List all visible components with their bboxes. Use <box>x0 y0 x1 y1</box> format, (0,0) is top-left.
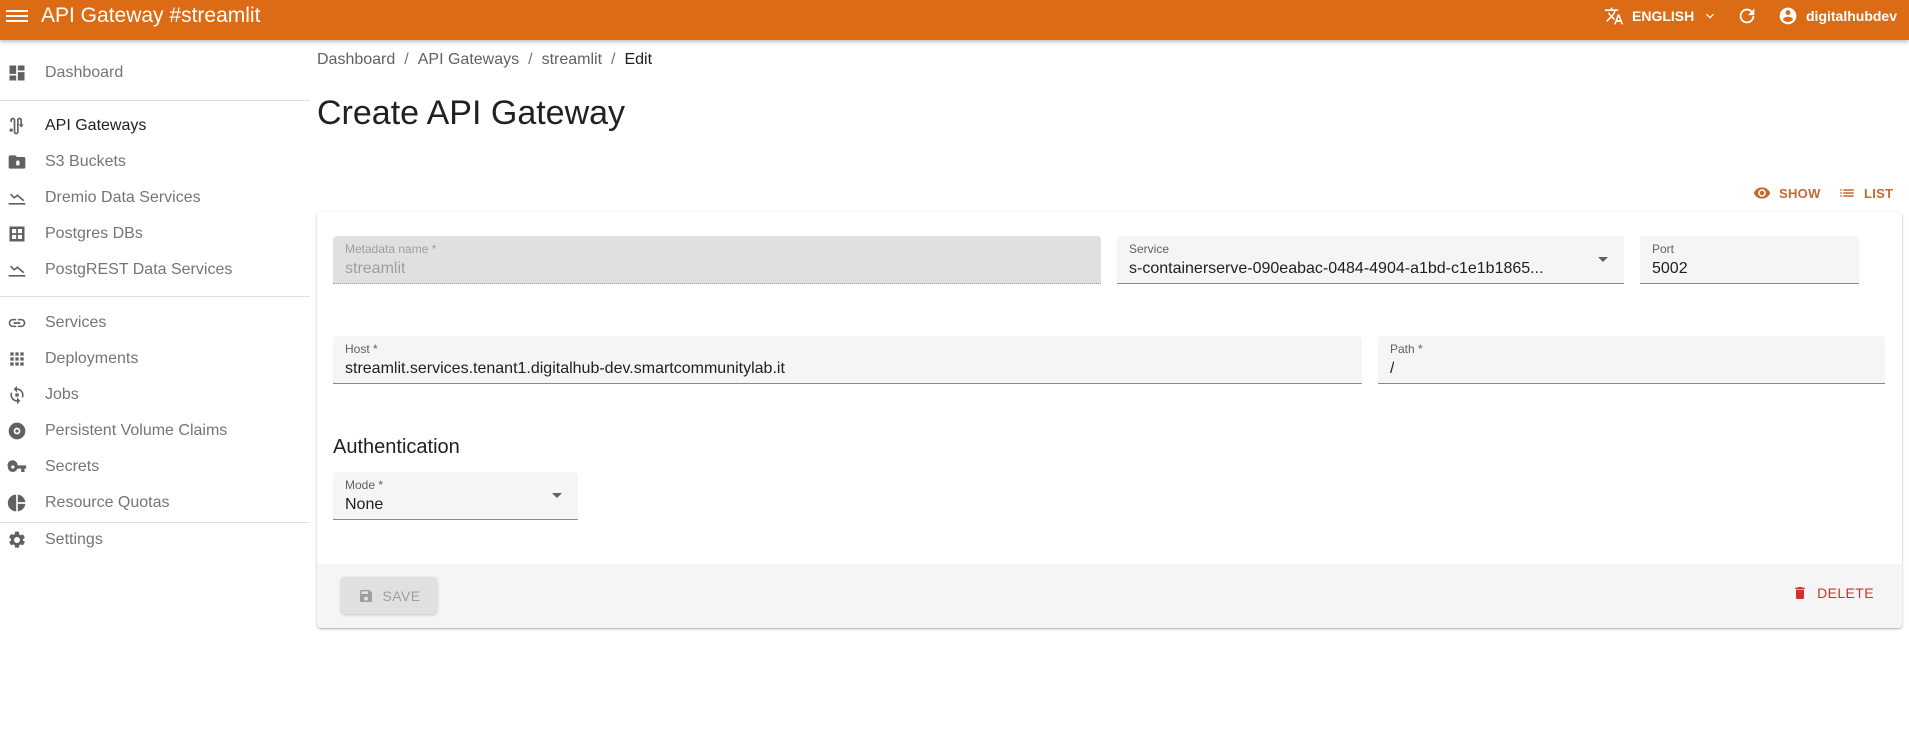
apps-grid-icon <box>7 349 27 369</box>
list-button[interactable]: LIST <box>1838 184 1893 202</box>
list-label: LIST <box>1864 185 1894 201</box>
chart-line-icon <box>7 260 27 280</box>
sidebar-item-services[interactable]: Services <box>0 305 310 341</box>
path-field[interactable]: Path * / <box>1378 336 1885 384</box>
sidebar-item-dremio-data-services[interactable]: Dremio Data Services <box>0 180 310 216</box>
breadcrumb-streamlit[interactable]: streamlit <box>542 51 602 69</box>
dropdown-arrow-icon <box>1598 257 1608 262</box>
chart-line-icon <box>7 188 27 208</box>
pie-chart-icon <box>7 493 27 513</box>
list-icon <box>1840 189 1854 197</box>
app-title: API Gateway #streamlit <box>41 4 261 27</box>
save-icon <box>359 589 372 602</box>
account-circle-icon <box>1779 7 1797 25</box>
delete-label: DELETE <box>1817 585 1874 601</box>
language-selector[interactable]: ENGLISH <box>1604 5 1718 27</box>
breadcrumb-current: Edit <box>624 51 653 68</box>
service-select[interactable]: Service s-containerserve-090eabac-0484-4… <box>1117 236 1624 284</box>
metadata-name-field: Metadata name * streamlit <box>333 236 1101 284</box>
page-title: Create API Gateway <box>317 94 626 132</box>
breadcrumb-separator: / <box>528 51 533 68</box>
sidebar-item-resource-quotas[interactable]: Resource Quotas <box>0 485 310 521</box>
api-icon <box>7 116 27 136</box>
key-icon <box>7 457 27 477</box>
save-button[interactable]: SAVE <box>341 577 437 614</box>
sidebar-item-settings[interactable]: Settings <box>0 522 310 558</box>
sidebar-item-postgrest-data-services[interactable]: PostgREST Data Services <box>0 252 310 288</box>
show-button[interactable]: SHOW <box>1753 184 1821 202</box>
language-label: ENGLISH <box>1632 8 1695 24</box>
trash-icon <box>1795 587 1805 599</box>
delete-button[interactable]: DELETE <box>1792 585 1874 601</box>
sidebar-divider <box>0 100 310 101</box>
sidebar-item-persistent-volume-claims[interactable]: Persistent Volume Claims <box>0 413 310 449</box>
database-grid-icon <box>7 224 27 244</box>
sidebar-item-postgres-dbs[interactable]: Postgres DBs <box>0 216 310 252</box>
sidebar-item-dashboard[interactable]: Dashboard <box>0 55 310 91</box>
authentication-heading: Authentication <box>333 436 460 458</box>
dashboard-icon <box>7 63 27 83</box>
breadcrumb: Dashboard / API Gateways / streamlit / E… <box>317 51 652 69</box>
sidebar-item-api-gateways[interactable]: API Gateways <box>0 108 310 144</box>
show-label: SHOW <box>1779 185 1821 201</box>
refresh-icon[interactable] <box>1736 5 1758 27</box>
app-bar: API Gateway #streamlit ENGLISH digitalhu… <box>0 0 1909 40</box>
sidebar-divider <box>0 296 310 297</box>
breadcrumb-separator: / <box>404 51 409 68</box>
breadcrumb-api-gateways[interactable]: API Gateways <box>418 51 519 69</box>
eye-icon <box>1753 187 1771 199</box>
host-field[interactable]: Host * streamlit.services.tenant1.digita… <box>333 336 1362 384</box>
auth-mode-select[interactable]: Mode * None <box>333 472 578 520</box>
sidebar-item-jobs[interactable]: Jobs <box>0 377 310 413</box>
chevron-down-icon <box>1706 13 1715 19</box>
port-field[interactable]: Port 5002 <box>1640 236 1859 284</box>
form-toolbar: SAVE DELETE <box>317 564 1902 628</box>
sidebar-item-secrets[interactable]: Secrets <box>0 449 310 485</box>
dropdown-arrow-icon <box>552 493 562 498</box>
user-menu[interactable]: digitalhubdev <box>1778 5 1897 27</box>
save-label: SAVE <box>382 587 421 604</box>
folder-icon <box>7 152 27 172</box>
cycle-icon <box>7 385 27 405</box>
gear-icon <box>7 530 27 550</box>
breadcrumb-dashboard[interactable]: Dashboard <box>317 51 395 69</box>
username: digitalhubdev <box>1806 8 1897 24</box>
translate-icon <box>1604 7 1624 25</box>
sidebar-item-deployments[interactable]: Deployments <box>0 341 310 377</box>
menu-icon[interactable] <box>6 7 28 25</box>
link-icon <box>7 313 27 333</box>
disc-icon <box>7 421 27 441</box>
breadcrumb-separator: / <box>611 51 616 68</box>
sidebar-item-s3-buckets[interactable]: S3 Buckets <box>0 144 310 180</box>
